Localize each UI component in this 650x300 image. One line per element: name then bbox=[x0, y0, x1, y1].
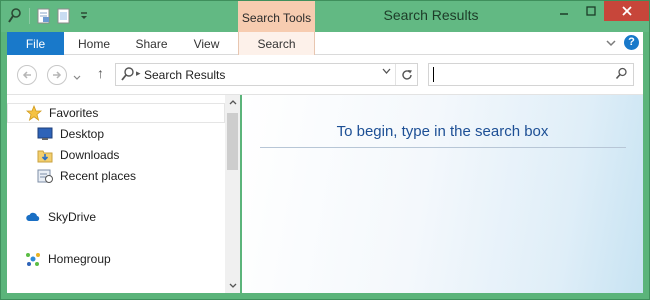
breadcrumb-separator[interactable]: ▸ bbox=[136, 68, 141, 79]
search-results-icon bbox=[120, 66, 136, 82]
nav-item-label: Downloads bbox=[60, 148, 120, 162]
chevron-down-icon bbox=[73, 75, 81, 80]
close-button[interactable] bbox=[604, 1, 649, 21]
quick-access-toolbar bbox=[7, 7, 92, 25]
address-bar[interactable]: ▸ Search Results bbox=[115, 63, 418, 86]
tab-view[interactable]: View bbox=[179, 32, 234, 55]
ribbon-right-controls: ? bbox=[606, 35, 639, 50]
search-icon[interactable] bbox=[615, 67, 628, 83]
help-icon[interactable]: ? bbox=[624, 35, 639, 50]
maximize-button[interactable] bbox=[577, 1, 604, 21]
maximize-icon bbox=[585, 6, 596, 16]
tab-share[interactable]: Share bbox=[124, 32, 179, 55]
nav-item-label: Recent places bbox=[60, 169, 137, 183]
scroll-up-button[interactable] bbox=[225, 95, 240, 109]
nav-item-skydrive[interactable]: SkyDrive bbox=[7, 207, 96, 227]
title-bar: Search Tools Search Results bbox=[1, 1, 649, 32]
nav-item-homegroup[interactable]: Homegroup bbox=[7, 249, 111, 269]
back-button[interactable] bbox=[17, 65, 37, 85]
tab-home[interactable]: Home bbox=[64, 32, 124, 55]
chevron-up-icon bbox=[229, 100, 236, 105]
homegroup-icon bbox=[25, 251, 41, 267]
address-toolbar: ↑ ▸ Search Results bbox=[7, 55, 643, 95]
downloads-folder-icon bbox=[37, 147, 53, 163]
nav-item-recent-places[interactable]: Recent places bbox=[7, 166, 136, 186]
properties-icon[interactable] bbox=[36, 7, 52, 25]
chevron-down-icon[interactable] bbox=[606, 36, 616, 50]
cloud-icon bbox=[25, 209, 41, 225]
search-input[interactable] bbox=[432, 66, 602, 83]
refresh-button[interactable] bbox=[395, 64, 417, 85]
explorer-window: Search Tools Search Results File Home Sh… bbox=[0, 0, 650, 300]
new-folder-icon[interactable] bbox=[56, 7, 72, 25]
search-results-pane: To begin, type in the search box bbox=[242, 95, 643, 293]
forward-button[interactable] bbox=[47, 65, 67, 85]
ribbon-tab-bar: File Home Share View Search ? bbox=[7, 32, 643, 55]
address-history-dropdown[interactable] bbox=[382, 67, 391, 78]
navigation-pane: Favorites Desktop Downloads Recent place… bbox=[7, 95, 240, 293]
chevron-down-icon bbox=[382, 68, 391, 74]
tab-search[interactable]: Search bbox=[238, 32, 315, 55]
nav-item-favorites[interactable]: Favorites bbox=[7, 103, 225, 123]
search-tools-context-header: Search Tools bbox=[238, 1, 315, 32]
breadcrumb-location[interactable]: Search Results bbox=[144, 68, 225, 82]
window-title: Search Results bbox=[383, 7, 479, 23]
nav-item-label: Homegroup bbox=[48, 252, 111, 266]
close-icon bbox=[621, 6, 632, 16]
minimize-icon bbox=[559, 13, 568, 15]
scroll-thumb[interactable] bbox=[227, 113, 238, 170]
window-controls bbox=[550, 1, 649, 21]
minimize-button[interactable] bbox=[550, 1, 577, 21]
text-cursor bbox=[433, 67, 434, 82]
up-button[interactable]: ↑ bbox=[97, 65, 104, 81]
nav-item-label: Desktop bbox=[60, 127, 105, 141]
chevron-down-icon bbox=[229, 283, 236, 288]
nav-item-desktop[interactable]: Desktop bbox=[7, 124, 104, 144]
nav-pane-scrollbar[interactable] bbox=[225, 95, 240, 293]
search-box[interactable] bbox=[428, 63, 634, 86]
tab-file[interactable]: File bbox=[7, 32, 64, 55]
star-icon bbox=[26, 105, 42, 121]
empty-search-message: To begin, type in the search box bbox=[336, 123, 549, 140]
nav-item-label: SkyDrive bbox=[48, 210, 97, 224]
back-arrow-icon bbox=[22, 71, 31, 79]
scroll-down-button[interactable] bbox=[225, 279, 240, 293]
forward-arrow-icon bbox=[53, 71, 62, 79]
nav-item-downloads[interactable]: Downloads bbox=[7, 145, 119, 165]
desktop-icon bbox=[37, 126, 53, 142]
recent-places-icon bbox=[37, 168, 53, 184]
nav-item-label: Favorites bbox=[49, 106, 99, 120]
recent-locations-dropdown[interactable] bbox=[73, 70, 81, 84]
toolbar-separator bbox=[29, 8, 30, 24]
customize-toolbar-icon[interactable] bbox=[76, 7, 92, 25]
refresh-icon bbox=[401, 69, 412, 80]
search-app-icon[interactable] bbox=[7, 7, 23, 25]
divider bbox=[260, 147, 626, 148]
